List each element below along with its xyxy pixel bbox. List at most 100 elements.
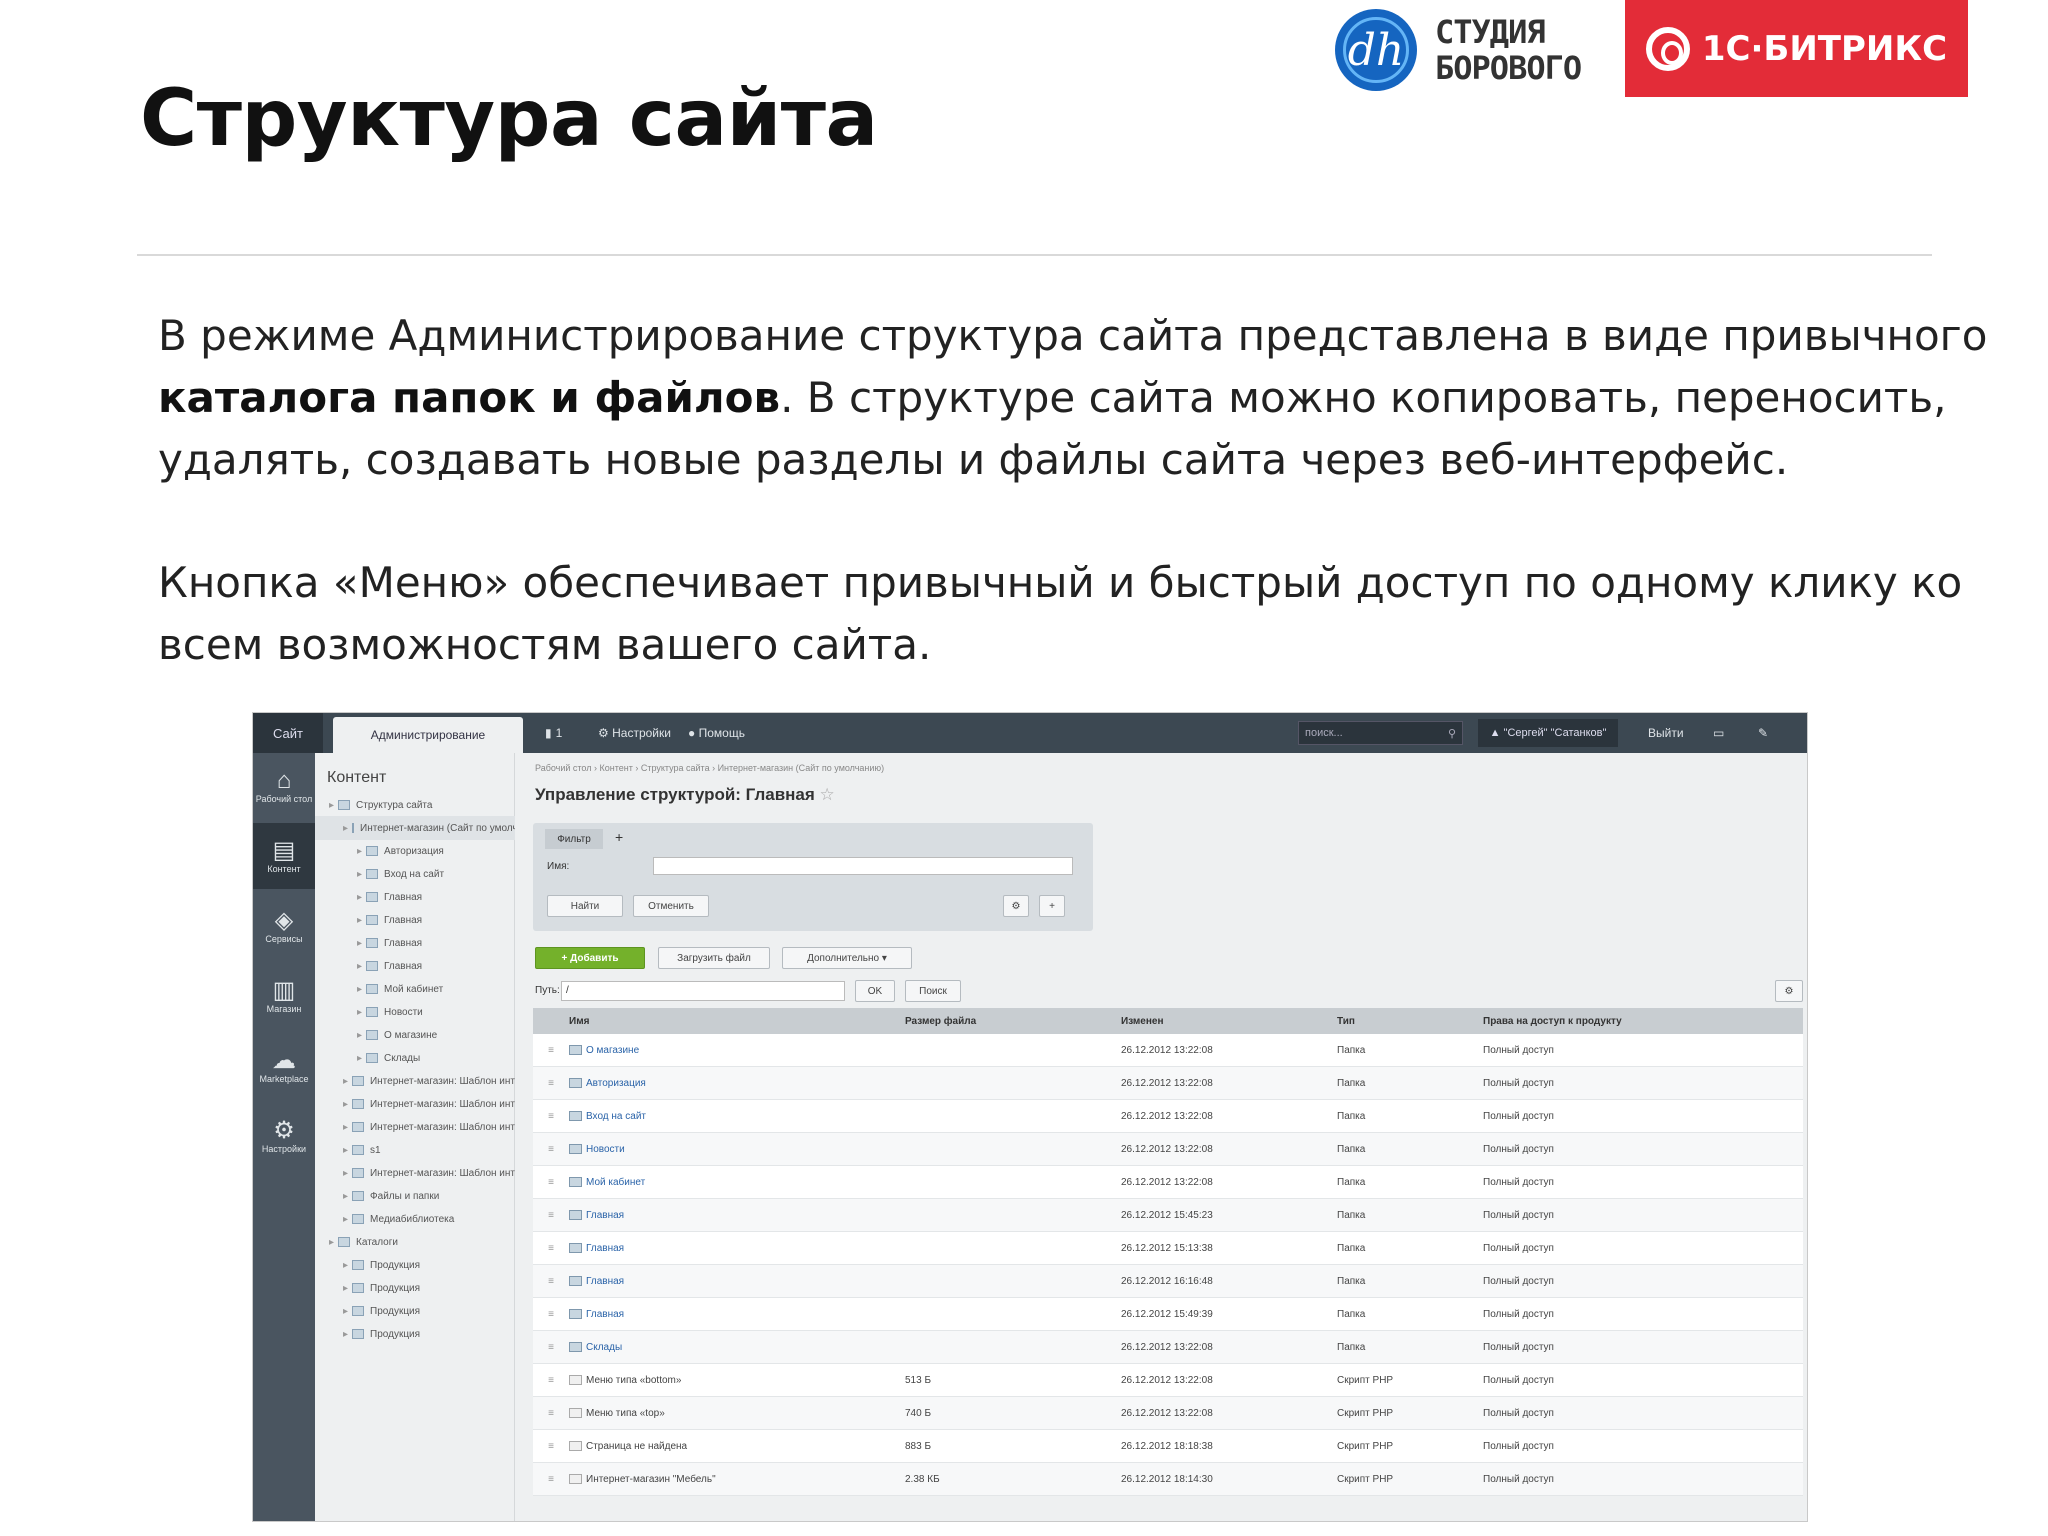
- nav-desktop[interactable]: ⌂ Рабочий стол: [253, 753, 315, 819]
- tree-item[interactable]: ▸ Структура сайта: [315, 793, 515, 817]
- file-name-link[interactable]: Вход на сайт: [586, 1111, 646, 1122]
- tree-item[interactable]: ▸ Продукция: [315, 1322, 515, 1346]
- nav-services[interactable]: ◈ Сервисы: [253, 893, 315, 959]
- tree-item[interactable]: ▸ Главная: [315, 885, 515, 909]
- table-row[interactable]: ≡ Вход на сайт 26.12.2012 13:22:08 Папка Пол…: [533, 1100, 1803, 1133]
- row-menu-icon[interactable]: ≡: [533, 1210, 569, 1221]
- filter-tab[interactable]: Фильтр: [545, 829, 603, 849]
- chevron-right-icon[interactable]: ▸: [343, 1076, 348, 1087]
- nav-settings[interactable]: ⚙ Настройки: [253, 1103, 315, 1169]
- row-menu-icon[interactable]: ≡: [533, 1243, 569, 1254]
- tree-item[interactable]: ▸ Авторизация: [315, 839, 515, 863]
- header-access[interactable]: Права на доступ к продукту: [1483, 1016, 1783, 1027]
- row-menu-icon[interactable]: ≡: [533, 1111, 569, 1122]
- star-icon[interactable]: ☆: [820, 785, 835, 804]
- chevron-right-icon[interactable]: ▸: [343, 823, 348, 834]
- chevron-right-icon[interactable]: ▸: [343, 1145, 348, 1156]
- table-row[interactable]: ≡ Страница не найдена 883 Б 26.12.2012 18:1…: [533, 1430, 1803, 1463]
- path-ok-button[interactable]: OK: [855, 980, 895, 1002]
- file-name-link[interactable]: О магазине: [586, 1045, 639, 1056]
- header-size[interactable]: Размер файла: [905, 1016, 1121, 1027]
- header-type[interactable]: Тип: [1337, 1016, 1483, 1027]
- chevron-right-icon[interactable]: ▸: [357, 869, 362, 880]
- row-menu-icon[interactable]: ≡: [533, 1408, 569, 1419]
- chevron-right-icon[interactable]: ▸: [357, 961, 362, 972]
- tab-admin[interactable]: Администрирование: [333, 717, 523, 753]
- tree-item[interactable]: ▸ Главная: [315, 931, 515, 955]
- table-row[interactable]: ≡ Мой кабинет 26.12.2012 13:22:08 Папка Полн…: [533, 1166, 1803, 1199]
- file-name-link[interactable]: Мой кабинет: [586, 1177, 645, 1188]
- chevron-right-icon[interactable]: ▸: [343, 1122, 348, 1133]
- tree-item[interactable]: ▸ Продукция: [315, 1299, 515, 1323]
- file-name-link[interactable]: Меню типа «top»: [586, 1408, 665, 1419]
- table-row[interactable]: ≡ Главная 26.12.2012 15:13:38 Папка Полный д…: [533, 1232, 1803, 1265]
- row-menu-icon[interactable]: ≡: [533, 1375, 569, 1386]
- row-menu-icon[interactable]: ≡: [533, 1144, 569, 1155]
- chevron-right-icon[interactable]: ▸: [329, 1237, 334, 1248]
- tree-item[interactable]: ▸ Склады: [315, 1046, 515, 1070]
- row-menu-icon[interactable]: ≡: [533, 1441, 569, 1452]
- chevron-right-icon[interactable]: ▸: [357, 984, 362, 995]
- row-menu-icon[interactable]: ≡: [533, 1177, 569, 1188]
- add-button[interactable]: + Добавить: [535, 947, 645, 969]
- chevron-right-icon[interactable]: ▸: [357, 892, 362, 903]
- tree-item[interactable]: ▸ Продукция: [315, 1253, 515, 1277]
- row-menu-icon[interactable]: ≡: [533, 1309, 569, 1320]
- table-row[interactable]: ≡ Меню типа «top» 740 Б 26.12.2012 13:22:08…: [533, 1397, 1803, 1430]
- chevron-right-icon[interactable]: ▸: [357, 1030, 362, 1041]
- tree-item[interactable]: ▸ Интернет-магазин: Шаблон инт: [315, 1115, 515, 1139]
- filter-add-icon[interactable]: +: [1039, 895, 1065, 917]
- tree-item[interactable]: ▸ Файлы и папки: [315, 1184, 515, 1208]
- tree-item[interactable]: ▸ Интернет-магазин: Шаблон инт: [315, 1161, 515, 1185]
- table-row[interactable]: ≡ Новости 26.12.2012 13:22:08 Папка Полный д…: [533, 1133, 1803, 1166]
- table-row[interactable]: ≡ Главная 26.12.2012 16:16:48 Папка Полный д…: [533, 1265, 1803, 1298]
- nav-shop[interactable]: ▥ Магазин: [253, 963, 315, 1029]
- chevron-right-icon[interactable]: ▸: [357, 846, 362, 857]
- file-name-link[interactable]: Главная: [586, 1309, 624, 1320]
- tree-item[interactable]: ▸ О магазине: [315, 1023, 515, 1047]
- upload-file-button[interactable]: Загрузить файл: [658, 947, 770, 969]
- tree-item[interactable]: ▸ Продукция: [315, 1276, 515, 1300]
- logout-link[interactable]: Выйти: [1648, 713, 1684, 753]
- chevron-right-icon[interactable]: ▸: [343, 1214, 348, 1225]
- tree-item[interactable]: ▸ Медиабиблиотека: [315, 1207, 515, 1231]
- table-row[interactable]: ≡ Интернет-магазин "Мебель" 2.38 КБ 26.12.2…: [533, 1463, 1803, 1496]
- chevron-right-icon[interactable]: ▸: [343, 1260, 348, 1271]
- find-button[interactable]: Найти: [547, 895, 623, 917]
- notifications-counter[interactable]: ▮ 1: [545, 713, 562, 753]
- header-date[interactable]: Изменен: [1121, 1016, 1337, 1027]
- file-name-link[interactable]: Страница не найдена: [586, 1441, 687, 1452]
- nav-marketplace[interactable]: ☁ Marketplace: [253, 1033, 315, 1099]
- breadcrumb[interactable]: Рабочий стол › Контент › Структура сайта…: [535, 763, 884, 773]
- table-row[interactable]: ≡ Главная 26.12.2012 15:45:23 Папка Полный д…: [533, 1199, 1803, 1232]
- window-icon[interactable]: ▭: [1713, 713, 1724, 753]
- table-row[interactable]: ≡ Авторизация 26.12.2012 13:22:08 Папка Полн…: [533, 1067, 1803, 1100]
- tree-item[interactable]: ▸ Интернет-магазин: Шаблон инт: [315, 1092, 515, 1116]
- tree-item[interactable]: ▸ Главная: [315, 954, 515, 978]
- row-menu-icon[interactable]: ≡: [533, 1045, 569, 1056]
- user-menu[interactable]: ▲ "Сергей" "Сатанков": [1478, 719, 1618, 747]
- table-row[interactable]: ≡ О магазине 26.12.2012 13:22:08 Папка Полны…: [533, 1034, 1803, 1067]
- tree-item[interactable]: ▸ Вход на сайт: [315, 862, 515, 886]
- nav-content[interactable]: ▤ Контент: [253, 823, 315, 889]
- tree-item[interactable]: ▸ Каталоги: [315, 1230, 515, 1254]
- chevron-right-icon[interactable]: ▸: [343, 1329, 348, 1340]
- file-name-link[interactable]: Главная: [586, 1210, 624, 1221]
- row-menu-icon[interactable]: ≡: [533, 1342, 569, 1353]
- chevron-right-icon[interactable]: ▸: [343, 1283, 348, 1294]
- row-menu-icon[interactable]: ≡: [533, 1078, 569, 1089]
- filter-settings-icon[interactable]: ⚙: [1003, 895, 1029, 917]
- table-row[interactable]: ≡ Меню типа «bottom» 513 Б 26.12.2012 13:22…: [533, 1364, 1803, 1397]
- file-name-link[interactable]: Меню типа «bottom»: [586, 1375, 681, 1386]
- chevron-right-icon[interactable]: ▸: [357, 1007, 362, 1018]
- tree-item[interactable]: ▸ s1: [315, 1138, 515, 1162]
- pin-icon[interactable]: ✎: [1758, 713, 1768, 753]
- tree-item[interactable]: ▸ Новости: [315, 1000, 515, 1024]
- tree-item[interactable]: ▸ Главная: [315, 908, 515, 932]
- chevron-right-icon[interactable]: ▸: [329, 800, 334, 811]
- chevron-right-icon[interactable]: ▸: [343, 1168, 348, 1179]
- chevron-right-icon[interactable]: ▸: [343, 1191, 348, 1202]
- row-menu-icon[interactable]: ≡: [533, 1276, 569, 1287]
- chevron-right-icon[interactable]: ▸: [343, 1099, 348, 1110]
- table-row[interactable]: ≡ Главная 26.12.2012 15:49:39 Папка Полный д…: [533, 1298, 1803, 1331]
